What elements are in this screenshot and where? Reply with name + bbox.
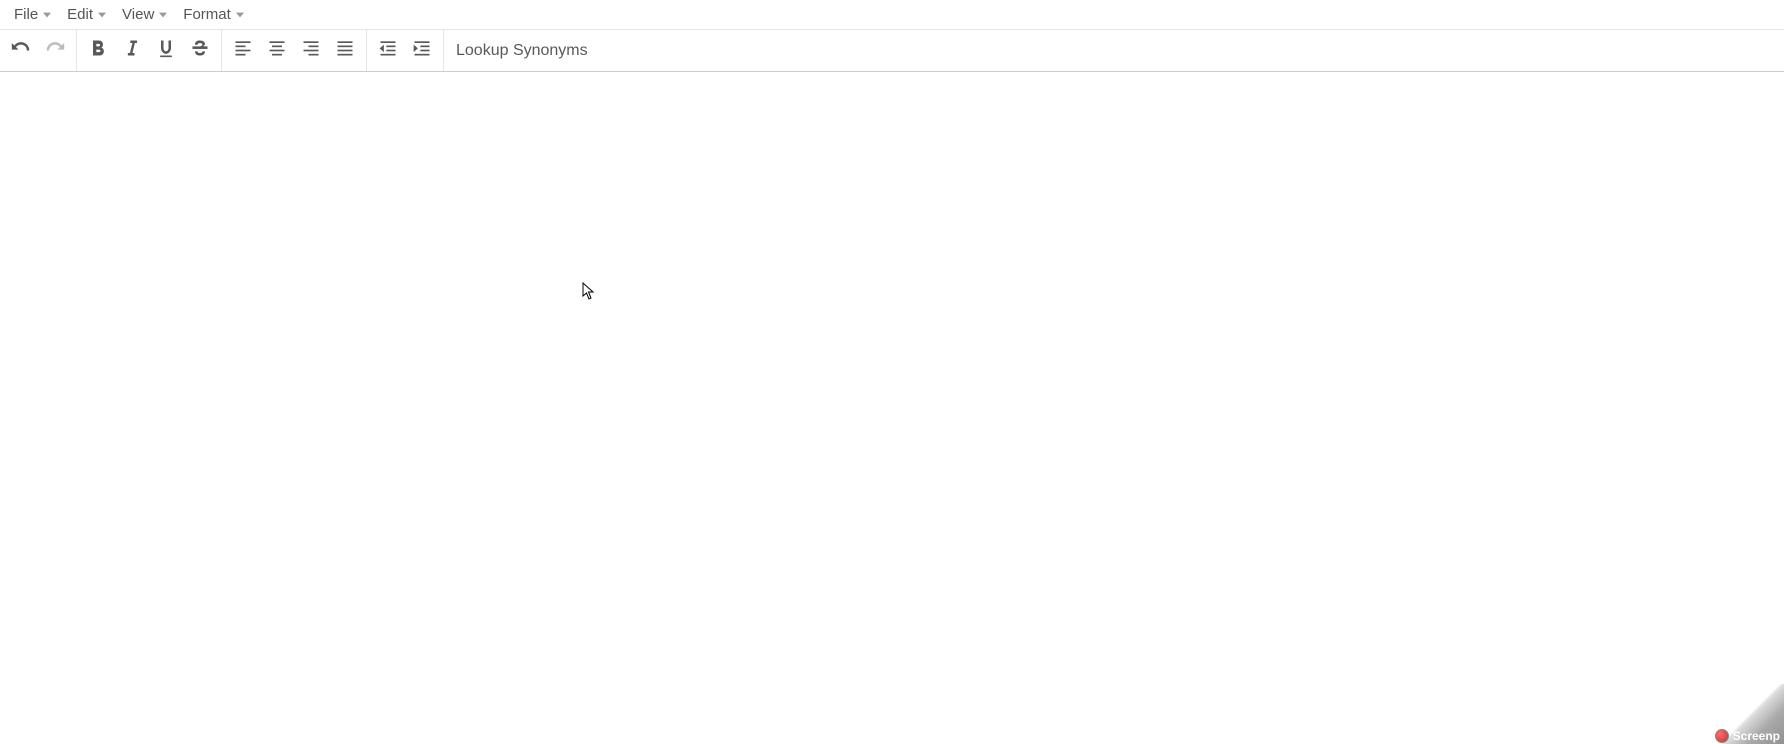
menu-format-label: Format [183, 6, 231, 23]
menu-view-label: View [122, 6, 154, 23]
toolbar: Lookup Synonyms [0, 30, 1784, 72]
align-left-icon [233, 38, 253, 63]
outdent-icon [378, 38, 398, 63]
underline-button[interactable] [149, 34, 183, 68]
toolbar-group-history [0, 30, 77, 71]
caret-down-icon [159, 11, 167, 19]
toolbar-group-indent [367, 30, 444, 71]
editor-area[interactable] [0, 72, 1784, 744]
redo-icon [45, 38, 65, 63]
italic-icon [122, 38, 142, 63]
caret-down-icon [236, 11, 244, 19]
menubar: File Edit View Format [0, 0, 1784, 30]
caret-down-icon [98, 11, 106, 19]
bold-icon [88, 38, 108, 63]
cursor-pointer-icon [582, 282, 598, 305]
align-center-button[interactable] [260, 34, 294, 68]
align-justify-icon [335, 38, 355, 63]
align-right-button[interactable] [294, 34, 328, 68]
lookup-synonyms-button[interactable]: Lookup Synonyms [444, 34, 600, 68]
menu-file[interactable]: File [6, 2, 59, 27]
indent-icon [412, 38, 432, 63]
align-center-icon [267, 38, 287, 63]
toolbar-group-alignment [222, 30, 367, 71]
underline-icon [156, 38, 176, 63]
outdent-button[interactable] [371, 34, 405, 68]
toolbar-group-formatting [77, 30, 222, 71]
corner-badge: Screenp [1715, 729, 1780, 743]
menu-format[interactable]: Format [175, 2, 252, 27]
strikethrough-icon [190, 38, 210, 63]
align-left-button[interactable] [226, 34, 260, 68]
page-corner-fold: Screenp [1664, 684, 1784, 744]
align-right-icon [301, 38, 321, 63]
align-justify-button[interactable] [328, 34, 362, 68]
indent-button[interactable] [405, 34, 439, 68]
menu-edit-label: Edit [67, 6, 93, 23]
corner-badge-label: Screenp [1733, 729, 1780, 743]
redo-button[interactable] [38, 34, 72, 68]
menu-file-label: File [14, 6, 38, 23]
strikethrough-button[interactable] [183, 34, 217, 68]
caret-down-icon [43, 11, 51, 19]
menu-view[interactable]: View [114, 2, 175, 27]
undo-icon [11, 38, 31, 63]
record-dot-icon [1715, 729, 1729, 743]
bold-button[interactable] [81, 34, 115, 68]
undo-button[interactable] [4, 34, 38, 68]
lookup-synonyms-label: Lookup Synonyms [456, 42, 588, 60]
italic-button[interactable] [115, 34, 149, 68]
menu-edit[interactable]: Edit [59, 2, 114, 27]
